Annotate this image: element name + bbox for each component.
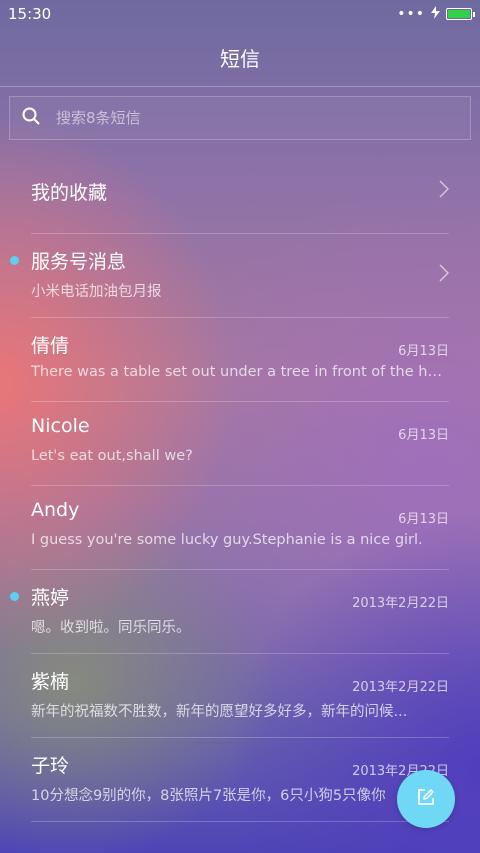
search-icon (22, 107, 40, 129)
status-time: 15:30 (8, 5, 52, 23)
search-input[interactable] (54, 108, 438, 128)
compose-icon (416, 787, 436, 811)
battery-icon (446, 8, 475, 20)
status-icons: ••• (397, 5, 475, 23)
search-bar[interactable] (9, 96, 471, 140)
row-name: 紫楠 (31, 671, 70, 693)
list-item[interactable]: Nicole 6月13日 Let's eat out,shall we? (31, 402, 449, 486)
row-name: 服务号消息 (31, 251, 127, 273)
list-item[interactable]: 子玲 2013年2月22日 10分想念9别的你，8张照片7张是你，6只小狗5只像… (31, 738, 449, 822)
row-date: 2013年2月22日 (352, 680, 449, 695)
row-name: 倩倩 (31, 335, 70, 357)
row-name: Andy (31, 499, 80, 521)
row-preview: I guess you're some lucky guy.Stephanie … (31, 532, 423, 548)
row-preview: There was a table set out under a tree i… (31, 364, 449, 380)
conversation-list: 我的收藏 服务号消息 小米电话加油包月报 倩倩 6月13日 There was … (0, 150, 480, 822)
header: 短信 (0, 28, 480, 87)
row-date: 6月13日 (398, 344, 449, 359)
unread-dot (10, 592, 19, 601)
row-date: 2013年2月22日 (352, 596, 449, 611)
compose-button[interactable] (397, 770, 455, 828)
row-name: 燕婷 (31, 587, 70, 609)
list-item[interactable]: 紫楠 2013年2月22日 新年的祝福数不胜数，新年的愿望好多好多，新年的问候.… (31, 654, 449, 738)
list-item[interactable]: Andy 6月13日 I guess you're some lucky guy… (31, 486, 449, 570)
row-date: 6月13日 (398, 428, 449, 443)
row-preview: 小米电话加油包月报 (31, 284, 162, 300)
status-bar: 15:30 ••• (0, 0, 480, 28)
row-preview: Let's eat out,shall we? (31, 448, 193, 464)
row-date: 6月13日 (398, 512, 449, 527)
chevron-right-icon (439, 180, 450, 202)
more-dots-icon: ••• (397, 6, 425, 22)
row-name: 子玲 (31, 755, 70, 777)
list-item-favorites[interactable]: 我的收藏 (31, 150, 450, 234)
row-name: Nicole (31, 415, 90, 437)
row-name: 我的收藏 (31, 182, 108, 204)
lightning-icon (431, 5, 440, 23)
page-title: 短信 (220, 46, 260, 71)
unread-dot (10, 256, 19, 265)
battery-fill (448, 10, 470, 18)
row-preview: 新年的祝福数不胜数，新年的愿望好多好多，新年的问候... (31, 704, 408, 720)
list-item-service[interactable]: 服务号消息 小米电话加油包月报 (10, 234, 450, 318)
list-item[interactable]: 倩倩 6月13日 There was a table set out under… (31, 318, 449, 402)
row-preview: 嗯。收到啦。同乐同乐。 (31, 620, 191, 636)
row-preview: 10分想念9别的你，8张照片7张是你，6只小狗5只像你 (31, 788, 386, 804)
list-item[interactable]: 燕婷 2013年2月22日 嗯。收到啦。同乐同乐。 (10, 570, 449, 654)
chevron-right-icon (439, 264, 450, 286)
